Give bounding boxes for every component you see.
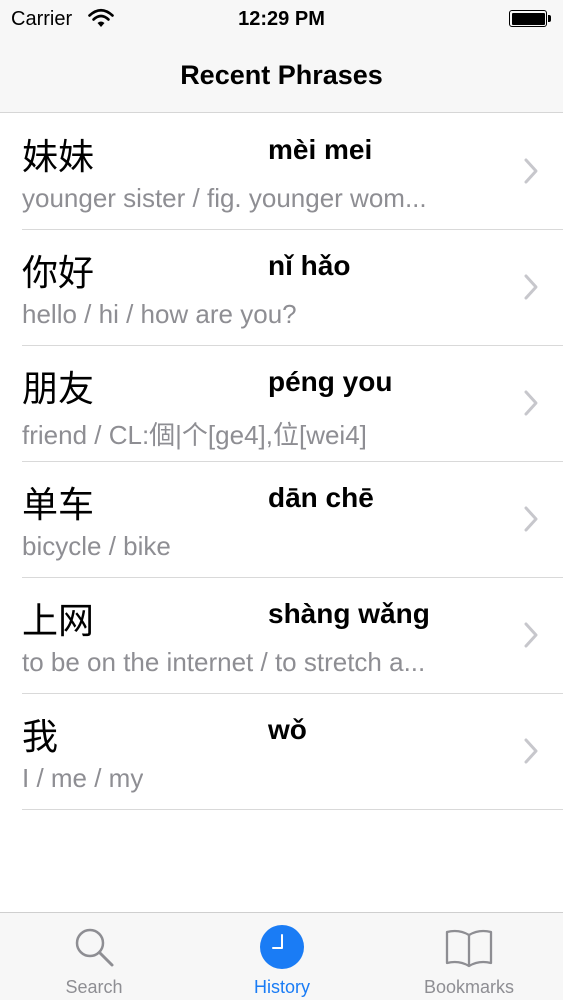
list-item[interactable]: 妹妹 mèi mei younger sister / fig. younger… — [0, 114, 563, 230]
search-icon — [75, 928, 114, 967]
list-item[interactable]: 朋友 péng you friend / CL:個|个[ge4],位[wei4] — [0, 346, 563, 462]
phrase-pinyin: péng you — [268, 366, 393, 397]
chevron-right-icon — [524, 274, 538, 300]
phrase-pinyin: mèi mei — [268, 134, 373, 165]
tab-label: Bookmarks — [423, 977, 515, 997]
phrase-pinyin: wǒ — [268, 714, 307, 745]
navigation-bar: Recent Phrases — [0, 40, 563, 113]
page-title: Recent Phrases — [180, 60, 383, 90]
list-item[interactable]: 我 wǒ I / me / my — [0, 694, 563, 810]
status-time: 12:29 PM — [238, 8, 325, 30]
tab-bar: Search History Bookmarks — [0, 912, 563, 1000]
book-icon — [445, 929, 493, 968]
chevron-right-icon — [524, 738, 538, 764]
chevron-right-icon — [524, 622, 538, 648]
phrase-list: 妹妹 mèi mei younger sister / fig. younger… — [0, 114, 563, 810]
tab-label: Search — [65, 977, 123, 997]
list-item[interactable]: 单车 dān chē bicycle / bike — [0, 462, 563, 578]
chevron-right-icon — [524, 158, 538, 184]
phrase-hanzi: 上网 — [22, 601, 95, 642]
phrase-pinyin: shàng wǎng — [268, 598, 430, 629]
tab-bookmarks[interactable]: Bookmarks — [375, 913, 563, 1000]
phrase-hanzi: 单车 — [22, 485, 95, 526]
tab-history[interactable]: History — [188, 913, 376, 1000]
chevron-right-icon — [524, 390, 538, 416]
phrase-definition: younger sister / fig. younger wom... — [22, 183, 427, 213]
phrase-hanzi: 妹妹 — [22, 137, 95, 178]
phrase-definition: hello / hi / how are you? — [22, 299, 297, 329]
clock-icon — [260, 925, 304, 969]
phrase-pinyin: nǐ hǎo — [268, 250, 351, 281]
phrase-hanzi: 你好 — [22, 253, 95, 294]
phrase-hanzi: 我 — [22, 717, 59, 758]
status-bar: Carrier 12:29 PM — [0, 0, 563, 40]
list-item[interactable]: 你好 nǐ hǎo hello / hi / how are you? — [0, 230, 563, 346]
tab-label: History — [253, 977, 310, 997]
phrase-definition: I / me / my — [22, 763, 144, 793]
list-item[interactable]: 上网 shàng wǎng to be on the internet / to… — [0, 578, 563, 694]
phrase-hanzi: 朋友 — [22, 369, 95, 410]
phrase-definition: bicycle / bike — [22, 531, 171, 561]
tab-search[interactable]: Search — [0, 913, 188, 1000]
battery-icon — [509, 10, 551, 27]
phrase-pinyin: dān chē — [268, 482, 374, 513]
phrase-definition: friend / CL:個|个[ge4],位[wei4] — [22, 420, 367, 450]
chevron-right-icon — [524, 506, 538, 532]
phrase-definition: to be on the internet / to stretch a... — [22, 647, 426, 677]
